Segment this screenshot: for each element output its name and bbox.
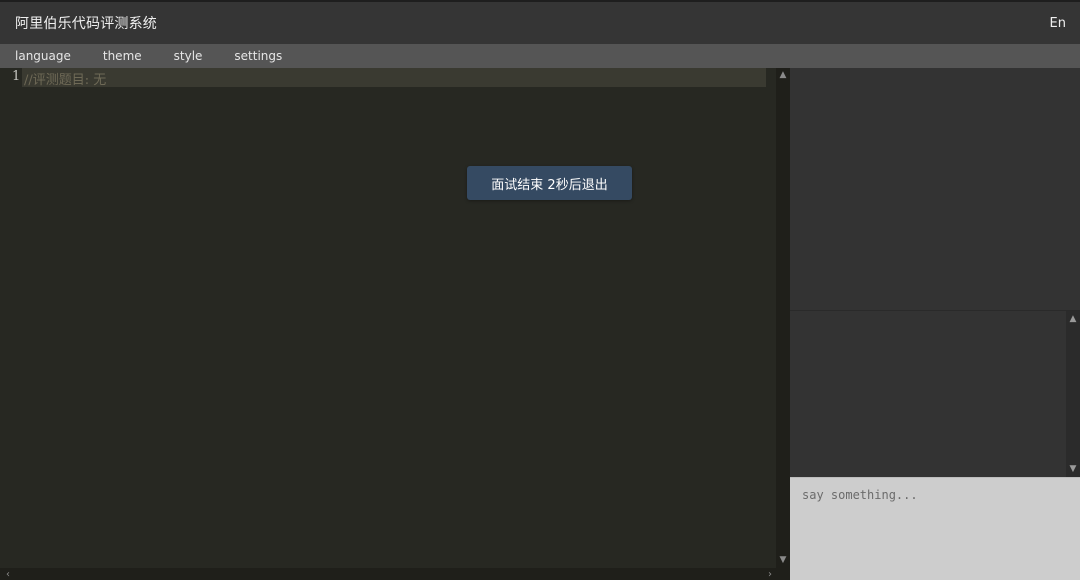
chevron-up-icon[interactable]: ▲ bbox=[776, 69, 790, 81]
header-bar: 阿里伯乐代码评测系统 En bbox=[0, 2, 1080, 44]
chevron-down-icon[interactable]: ▼ bbox=[1066, 463, 1080, 475]
chevron-right-icon[interactable]: › bbox=[764, 568, 776, 580]
language-toggle-button[interactable]: En bbox=[1050, 16, 1066, 31]
chat-input[interactable] bbox=[790, 478, 1080, 580]
menu-item-style[interactable]: style bbox=[174, 44, 203, 68]
app-title: 阿里伯乐代码评测系统 bbox=[15, 16, 157, 32]
chat-vertical-scrollbar[interactable]: ▲ ▼ bbox=[1066, 311, 1080, 477]
interview-ended-toast: 面试结束 2秒后退出 bbox=[467, 166, 632, 200]
editor-vertical-scrollbar[interactable]: ▲ ▼ bbox=[776, 68, 790, 568]
video-panel bbox=[790, 68, 1080, 311]
chat-input-area bbox=[790, 477, 1080, 580]
menu-item-theme[interactable]: theme bbox=[103, 44, 142, 68]
chevron-up-icon[interactable]: ▲ bbox=[1066, 313, 1080, 325]
line-gutter bbox=[0, 68, 22, 568]
menu-bar: language theme style settings bbox=[0, 44, 1080, 68]
chevron-left-icon[interactable]: ‹ bbox=[2, 568, 14, 580]
menu-item-settings[interactable]: settings bbox=[234, 44, 282, 68]
active-line-highlight bbox=[22, 68, 766, 87]
chevron-down-icon[interactable]: ▼ bbox=[776, 554, 790, 566]
code-editor[interactable]: 1 //评测题目: 无 ▲ ▼ ‹ › bbox=[0, 68, 790, 580]
code-line[interactable]: //评测题目: 无 bbox=[24, 69, 106, 88]
line-number: 1 bbox=[12, 69, 21, 84]
editor-horizontal-scrollbar[interactable]: ‹ › bbox=[0, 568, 790, 580]
app-window: 阿里伯乐代码评测系统 En language theme style setti… bbox=[0, 0, 1080, 580]
menu-item-language[interactable]: language bbox=[15, 44, 71, 68]
chat-messages-panel: ▲ ▼ bbox=[790, 311, 1080, 477]
